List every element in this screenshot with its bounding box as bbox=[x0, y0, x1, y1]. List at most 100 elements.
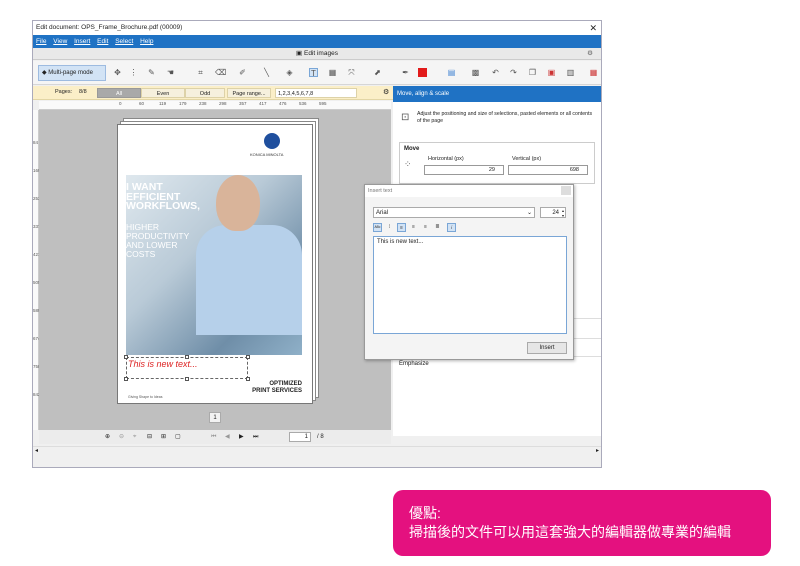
text-input-area[interactable]: This is new text... bbox=[373, 236, 567, 334]
font-select[interactable]: Arial ⌄ bbox=[373, 207, 535, 218]
align-right-icon[interactable]: ≡ bbox=[421, 223, 430, 232]
redo-icon[interactable]: ↷ bbox=[509, 68, 518, 77]
resize-handle[interactable] bbox=[246, 377, 250, 381]
inserted-text[interactable]: This is new text... bbox=[128, 359, 198, 369]
fit-width-icon[interactable]: ⊟ bbox=[147, 430, 152, 444]
insert-button[interactable]: Insert bbox=[527, 342, 567, 354]
first-page-icon[interactable]: ⏮ bbox=[211, 430, 216, 444]
menu-view[interactable]: View bbox=[53, 38, 67, 45]
font-size-spinner[interactable]: 24 ▴ ▾ bbox=[540, 207, 566, 218]
line-spacing-icon[interactable]: ⁞ bbox=[385, 223, 394, 232]
close-icon[interactable]: ✕ bbox=[589, 21, 597, 35]
align-center-icon[interactable]: ≡ bbox=[409, 223, 418, 232]
next-page-icon[interactable]: ▶ bbox=[239, 430, 244, 444]
vertical-label: Vertical (px) bbox=[512, 156, 542, 162]
pages-all-button[interactable]: All bbox=[97, 88, 141, 98]
ruler-tick: 60 bbox=[139, 101, 145, 106]
resize-handle[interactable] bbox=[246, 355, 250, 359]
italic-icon[interactable]: 𝑖 bbox=[447, 223, 456, 232]
zoom-in-icon[interactable]: ⊕ bbox=[105, 430, 110, 444]
brochure-title: OPTIMIZED PRINT SERVICES bbox=[252, 381, 302, 395]
ribbon-title: ▣ Edit images ⚙ bbox=[33, 48, 601, 60]
emphasize-label[interactable]: Emphasize bbox=[399, 361, 429, 367]
pages-settings-icon[interactable]: ⚙ bbox=[383, 88, 389, 96]
ruler-tick: 476 bbox=[279, 101, 287, 106]
pointer-icon[interactable]: ⬈ bbox=[373, 68, 382, 77]
menu-insert[interactable]: Insert bbox=[74, 38, 90, 45]
fit-page-icon[interactable]: ⊞ bbox=[161, 430, 166, 444]
window-title: Edit document: OPS_Frame_Brochure.pdf (0… bbox=[36, 24, 183, 31]
ruler-tick: 84 bbox=[33, 140, 39, 145]
gear-icon[interactable]: ⚙ bbox=[587, 48, 593, 60]
page-view-icon[interactable]: ▢ bbox=[175, 430, 181, 444]
edit-images-icon: ▣ bbox=[296, 50, 304, 57]
scroll-left-icon[interactable]: ◂ bbox=[35, 447, 38, 454]
grid-icon[interactable]: ⋮ bbox=[129, 68, 138, 77]
menu-select[interactable]: Select bbox=[115, 38, 133, 45]
toolbar: ◆ Multi-page mode ✥ ⋮ ✎ ☚ ⌗ ⌫ ✐ ╲ ◈ T ▦ … bbox=[33, 61, 601, 85]
pen-icon[interactable]: ✒ bbox=[401, 68, 410, 77]
brochure-page[interactable]: KONICA MINOLTA I WANT EFFICIENT WORKFLOW… bbox=[117, 124, 313, 404]
move-label: Move bbox=[404, 146, 420, 152]
horizontal-ruler: 0 60 119 179 238 298 357 417 476 536 595 bbox=[39, 101, 391, 110]
resize-handle[interactable] bbox=[185, 377, 189, 381]
previous-page-icon[interactable]: ◀ bbox=[225, 430, 230, 444]
brush-icon[interactable]: ✐ bbox=[238, 68, 247, 77]
text-tool-icon[interactable]: T bbox=[309, 68, 318, 78]
menu-help[interactable]: Help bbox=[140, 38, 153, 45]
image-icon[interactable]: ▦ bbox=[328, 68, 337, 77]
pages-odd-button[interactable]: Odd bbox=[185, 88, 225, 98]
undo-icon[interactable]: ↶ bbox=[491, 68, 500, 77]
menu-edit[interactable]: Edit bbox=[97, 38, 108, 45]
line-icon[interactable]: ╲ bbox=[262, 68, 271, 77]
brochure-title-line: PRINT SERVICES bbox=[252, 388, 302, 394]
eraser-icon[interactable]: ⌫ bbox=[215, 68, 226, 77]
horizontal-input[interactable]: 29 bbox=[424, 165, 504, 175]
brochure-subline: HIGHER PRODUCTIVITY AND LOWER COSTS bbox=[126, 223, 189, 259]
stamp-icon[interactable]: ✎ bbox=[147, 68, 156, 77]
spinner-arrows-icon[interactable]: ▴ ▾ bbox=[562, 208, 564, 218]
palette-icon[interactable]: ▤ bbox=[447, 68, 456, 77]
font-size-value: 24 bbox=[552, 210, 559, 216]
export-icon[interactable]: ▦ bbox=[589, 68, 598, 77]
scroll-right-icon[interactable]: ▸ bbox=[596, 447, 599, 454]
move-icon[interactable]: ✥ bbox=[113, 68, 122, 77]
menu-file[interactable]: File bbox=[36, 38, 46, 45]
align-left-icon[interactable]: ≡ bbox=[397, 223, 406, 232]
resize-handle[interactable] bbox=[124, 377, 128, 381]
horizontal-scrollbar[interactable]: ◂ ▸ bbox=[33, 446, 601, 456]
crop-icon[interactable]: ⌗ bbox=[196, 68, 205, 77]
page-canvas[interactable]: KONICA MINOLTA I WANT EFFICIENT WORKFLOW… bbox=[39, 110, 391, 430]
hand-icon[interactable]: ☚ bbox=[166, 68, 175, 77]
table-icon[interactable]: ▥ bbox=[566, 68, 575, 77]
frame-icon[interactable]: ▣ bbox=[547, 68, 556, 77]
justify-icon[interactable]: ≣ bbox=[433, 223, 442, 232]
page-number-badge[interactable]: 1 bbox=[209, 412, 221, 423]
dialog-title: Insert text bbox=[365, 185, 573, 197]
adjust-icon[interactable]: ▩ bbox=[471, 68, 480, 77]
text-style-icon[interactable]: ᴬᴮᶜ bbox=[373, 223, 382, 232]
fill-icon[interactable]: ◈ bbox=[285, 68, 294, 77]
zoom-out-icon[interactable]: ⊖ bbox=[119, 430, 124, 444]
move-section: Move ⁘ Horizontal (px) 29 Vertical (px) … bbox=[399, 142, 595, 184]
page-range-button[interactable]: Page range... bbox=[227, 88, 271, 98]
vertical-input[interactable]: 698 bbox=[508, 165, 588, 175]
page-range-input[interactable]: 1,2,3,4,5,6,7,8 bbox=[275, 88, 357, 98]
copy-icon[interactable]: ❐ bbox=[528, 68, 537, 77]
current-page-input[interactable]: 1 bbox=[289, 432, 311, 442]
pages-label: Pages: bbox=[55, 89, 73, 95]
person-head bbox=[216, 175, 260, 231]
pages-count: 8/8 bbox=[79, 89, 87, 95]
color-swatch-icon[interactable] bbox=[418, 68, 427, 77]
anchor-icon[interactable]: ⁘ bbox=[404, 159, 412, 170]
dialog-close-button[interactable] bbox=[561, 186, 571, 195]
transform-icon[interactable]: ⤧ bbox=[347, 68, 356, 77]
last-page-icon[interactable]: ⏭ bbox=[253, 430, 258, 444]
fit-icon[interactable]: ⌖ bbox=[133, 430, 136, 444]
subline-line: COSTS bbox=[126, 249, 156, 259]
chevron-down-icon: ⌄ bbox=[526, 210, 532, 216]
multipage-mode-button[interactable]: ◆ Multi-page mode bbox=[38, 65, 106, 81]
headline-line: WORKFLOWS, bbox=[126, 200, 201, 212]
pages-even-button[interactable]: Even bbox=[141, 88, 185, 98]
ruler-tick: 179 bbox=[179, 101, 187, 106]
